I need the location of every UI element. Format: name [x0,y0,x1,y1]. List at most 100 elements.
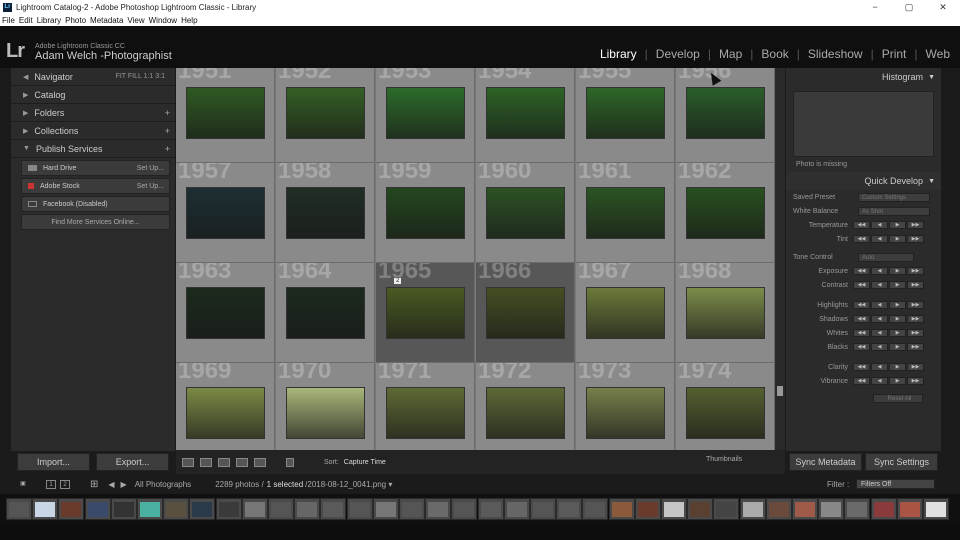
menu-view[interactable]: View [127,16,144,25]
scrollbar-thumb[interactable] [777,386,783,396]
export-button[interactable]: Export... [96,453,169,471]
increase-large-button[interactable]: ▶▶ [907,235,924,243]
filmstrip-thumbnail[interactable] [84,498,111,520]
increase-button[interactable]: ▶ [889,329,906,337]
add-collection-icon[interactable]: + [165,126,170,136]
loupe-view-icon[interactable] [200,457,212,467]
decrease-button[interactable]: ◀ [871,363,888,371]
page-1-button[interactable]: 1 [46,479,56,489]
menu-photo[interactable]: Photo [65,16,86,25]
increase-large-button[interactable]: ▶▶ [907,221,924,229]
increase-large-button[interactable]: ▶▶ [907,315,924,323]
filmstrip-thumbnail[interactable] [661,498,687,520]
add-service-icon[interactable]: + [165,144,170,154]
decrease-button[interactable]: ◀ [871,315,888,323]
increase-button[interactable]: ▶ [889,281,906,289]
photo-thumbnail[interactable] [486,387,565,439]
grid-view-icon[interactable] [182,457,194,467]
module-develop[interactable]: Develop [656,47,700,61]
grid-cell[interactable]: 1957 [176,163,275,263]
secondary-display-icon[interactable]: ▣ [18,480,28,489]
increase-button[interactable]: ▶ [889,267,906,275]
filmstrip-thumbnail[interactable] [320,498,347,520]
publish-services-panel-header[interactable]: ▼ Publish Services + [11,140,175,158]
decrease-button[interactable]: ◀ [871,281,888,289]
filmstrip-thumbnail[interactable] [294,498,321,520]
filmstrip-thumbnail[interactable] [739,498,766,520]
service-hard-drive[interactable]: Hard Drive Set Up... [21,160,170,176]
grid-cell[interactable]: 1959 [376,163,475,263]
stack-count-badge[interactable]: 2 [394,278,402,284]
menu-library[interactable]: Library [37,16,61,25]
filmstrip-thumbnail[interactable] [425,498,452,520]
module-map[interactable]: Map [719,47,742,61]
grid-cell[interactable]: 1962 [676,163,775,263]
module-web[interactable]: Web [926,47,950,61]
menu-edit[interactable]: Edit [19,16,33,25]
photo-thumbnail[interactable] [686,87,765,139]
filmstrip-thumbnail[interactable] [137,498,163,520]
decrease-button[interactable]: ◀ [871,221,888,229]
decrease-large-button[interactable]: ◀◀ [853,301,870,309]
decrease-button[interactable]: ◀ [871,377,888,385]
photo-thumbnail[interactable] [486,187,565,239]
module-slideshow[interactable]: Slideshow [808,47,863,61]
menu-file[interactable]: File [2,16,15,25]
filmstrip-thumbnail[interactable] [923,498,949,520]
increase-button[interactable]: ▶ [889,343,906,351]
filmstrip-thumbnail[interactable] [503,498,530,520]
grid-scrollbar[interactable] [775,68,785,450]
photo-thumbnail[interactable] [186,187,265,239]
people-view-icon[interactable] [254,457,266,467]
survey-view-icon[interactable] [236,457,248,467]
decrease-large-button[interactable]: ◀◀ [853,315,870,323]
filmstrip-thumbnail[interactable] [399,498,425,520]
grid-cell[interactable]: 1965 2 [376,263,475,363]
photo-thumbnail[interactable] [286,387,365,439]
grid-cell[interactable]: 1966 [476,263,575,363]
menu-help[interactable]: Help [181,16,197,25]
filmstrip-thumbnail[interactable] [844,498,871,520]
grid-icon[interactable]: ⊞ [90,479,98,490]
decrease-button[interactable]: ◀ [871,267,888,275]
photo-thumbnail[interactable] [586,387,665,439]
increase-large-button[interactable]: ▶▶ [907,301,924,309]
filmstrip-thumbnail[interactable] [608,498,635,520]
photo-thumbnail[interactable] [686,387,765,439]
decrease-large-button[interactable]: ◀◀ [853,343,870,351]
photo-thumbnail[interactable] [586,187,665,239]
filmstrip-thumbnail[interactable] [713,498,740,520]
photo-thumbnail[interactable] [386,287,465,339]
grid-cell[interactable]: 1961 [576,163,675,263]
thumbnails-size-slider[interactable]: Thumbnails [706,456,742,463]
grid-cell[interactable]: 1960 [476,163,575,263]
close-button[interactable]: ✕ [926,0,960,15]
increase-button[interactable]: ▶ [889,301,906,309]
sync-metadata-button[interactable]: Sync Metadata [789,453,862,471]
setup-link[interactable]: Set Up... [137,183,164,190]
filmstrip-thumbnail[interactable] [792,498,818,520]
menu-metadata[interactable]: Metadata [90,16,123,25]
increase-large-button[interactable]: ▶▶ [907,267,924,275]
filmstrip-thumbnail[interactable] [189,498,216,520]
grid-cell[interactable]: 1951 [176,68,275,163]
grid-cell[interactable]: 1974 [676,363,775,450]
decrease-button[interactable]: ◀ [871,329,888,337]
increase-large-button[interactable]: ▶▶ [907,329,924,337]
photo-thumbnail[interactable] [386,387,465,439]
filmstrip-thumbnail[interactable] [32,498,59,520]
photo-thumbnail[interactable] [386,187,465,239]
filter-dropdown[interactable]: Filters Off [856,479,935,489]
grid-cell[interactable]: 1964 [276,263,375,363]
increase-button[interactable]: ▶ [889,363,906,371]
filmstrip-thumbnail[interactable] [163,498,190,520]
photo-thumbnail[interactable] [186,87,265,139]
auto-tone-button[interactable]: Auto [858,252,914,262]
grid-cell[interactable]: 1973 [576,363,675,450]
menu-window[interactable]: Window [149,16,177,25]
photo-thumbnail[interactable] [586,287,665,339]
maximize-button[interactable]: ▢ [892,0,926,15]
photo-thumbnail[interactable] [486,87,565,139]
increase-large-button[interactable]: ▶▶ [907,363,924,371]
catalog-panel-header[interactable]: ▶ Catalog [11,86,175,104]
